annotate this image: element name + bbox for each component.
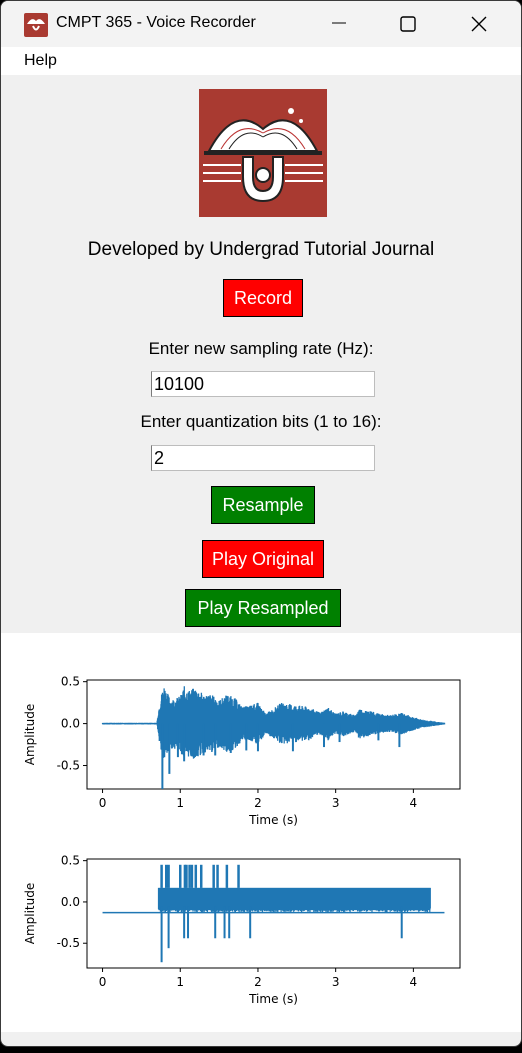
x-axis-label: Time (s) [248, 813, 298, 827]
play-original-button[interactable]: Play Original [202, 540, 324, 578]
play-resampled-button[interactable]: Play Resampled [185, 589, 341, 627]
menu-bar: Help [1, 47, 521, 75]
original-waveform-line [101, 686, 446, 759]
y-axis-label: Amplitude [23, 704, 37, 766]
app-logo-icon [24, 13, 48, 37]
x-tick-label: 4 [410, 975, 418, 989]
x-tick-label: 1 [176, 796, 184, 810]
x-axis-label: Time (s) [248, 992, 298, 1006]
plot-area: 0 1 2 3 4 0.5 0.0 -0.5 Time (s) Amplitude 0 1 2 3 4 0.… [1, 633, 521, 1032]
resampled-waveform-line [157, 887, 431, 913]
close-button[interactable] [443, 1, 515, 47]
y-tick-label: 0.5 [61, 675, 80, 689]
plot-frame [86, 858, 461, 969]
x-tick-label: 2 [254, 796, 262, 810]
app-window: CMPT 365 - Voice Recorder Help Developed… [0, 0, 522, 1047]
quantization-bits-label: Enter quantization bits (1 to 16): [140, 412, 382, 431]
maximize-button[interactable] [372, 1, 444, 47]
x-tick-label: 2 [254, 975, 262, 989]
y-tick-label: 0.0 [61, 895, 80, 909]
x-tick-label: 1 [176, 975, 184, 989]
original-waveform-chart: 0 1 2 3 4 0.5 0.0 -0.5 Time (s) Amplitude [23, 675, 461, 827]
y-axis-label: Amplitude [23, 883, 37, 945]
journal-logo [199, 89, 327, 217]
record-button[interactable]: Record [223, 279, 303, 317]
title-bar[interactable]: CMPT 365 - Voice Recorder [1, 1, 521, 47]
y-tick-label: -0.5 [57, 936, 80, 950]
developer-credit: Developed by Undergrad Tutorial Journal [87, 239, 435, 260]
x-tick-label: 3 [332, 796, 340, 810]
x-tick-label: 4 [410, 796, 418, 810]
window-title: CMPT 365 - Voice Recorder [56, 14, 256, 31]
x-tick-label: 0 [99, 796, 107, 810]
y-tick-label: 0.0 [61, 717, 80, 731]
controls-panel: Developed by Undergrad Tutorial Journal … [1, 75, 521, 633]
resample-button[interactable]: Resample [211, 486, 315, 524]
x-tick-label: 0 [99, 975, 107, 989]
sampling-rate-input[interactable]: 10100 [151, 371, 375, 397]
resampled-waveform-chart: 0 1 2 3 4 0.5 0.0 -0.5 Time (s) Amplitude [23, 854, 461, 1006]
x-tick-label: 3 [332, 975, 340, 989]
menu-help[interactable]: Help [24, 52, 57, 70]
quantization-bits-input[interactable]: 2 [151, 445, 375, 471]
y-tick-label: -0.5 [57, 759, 80, 773]
minimize-button[interactable] [304, 1, 376, 47]
y-tick-label: 0.5 [61, 854, 80, 868]
sampling-rate-label: Enter new sampling rate (Hz): [148, 339, 374, 358]
